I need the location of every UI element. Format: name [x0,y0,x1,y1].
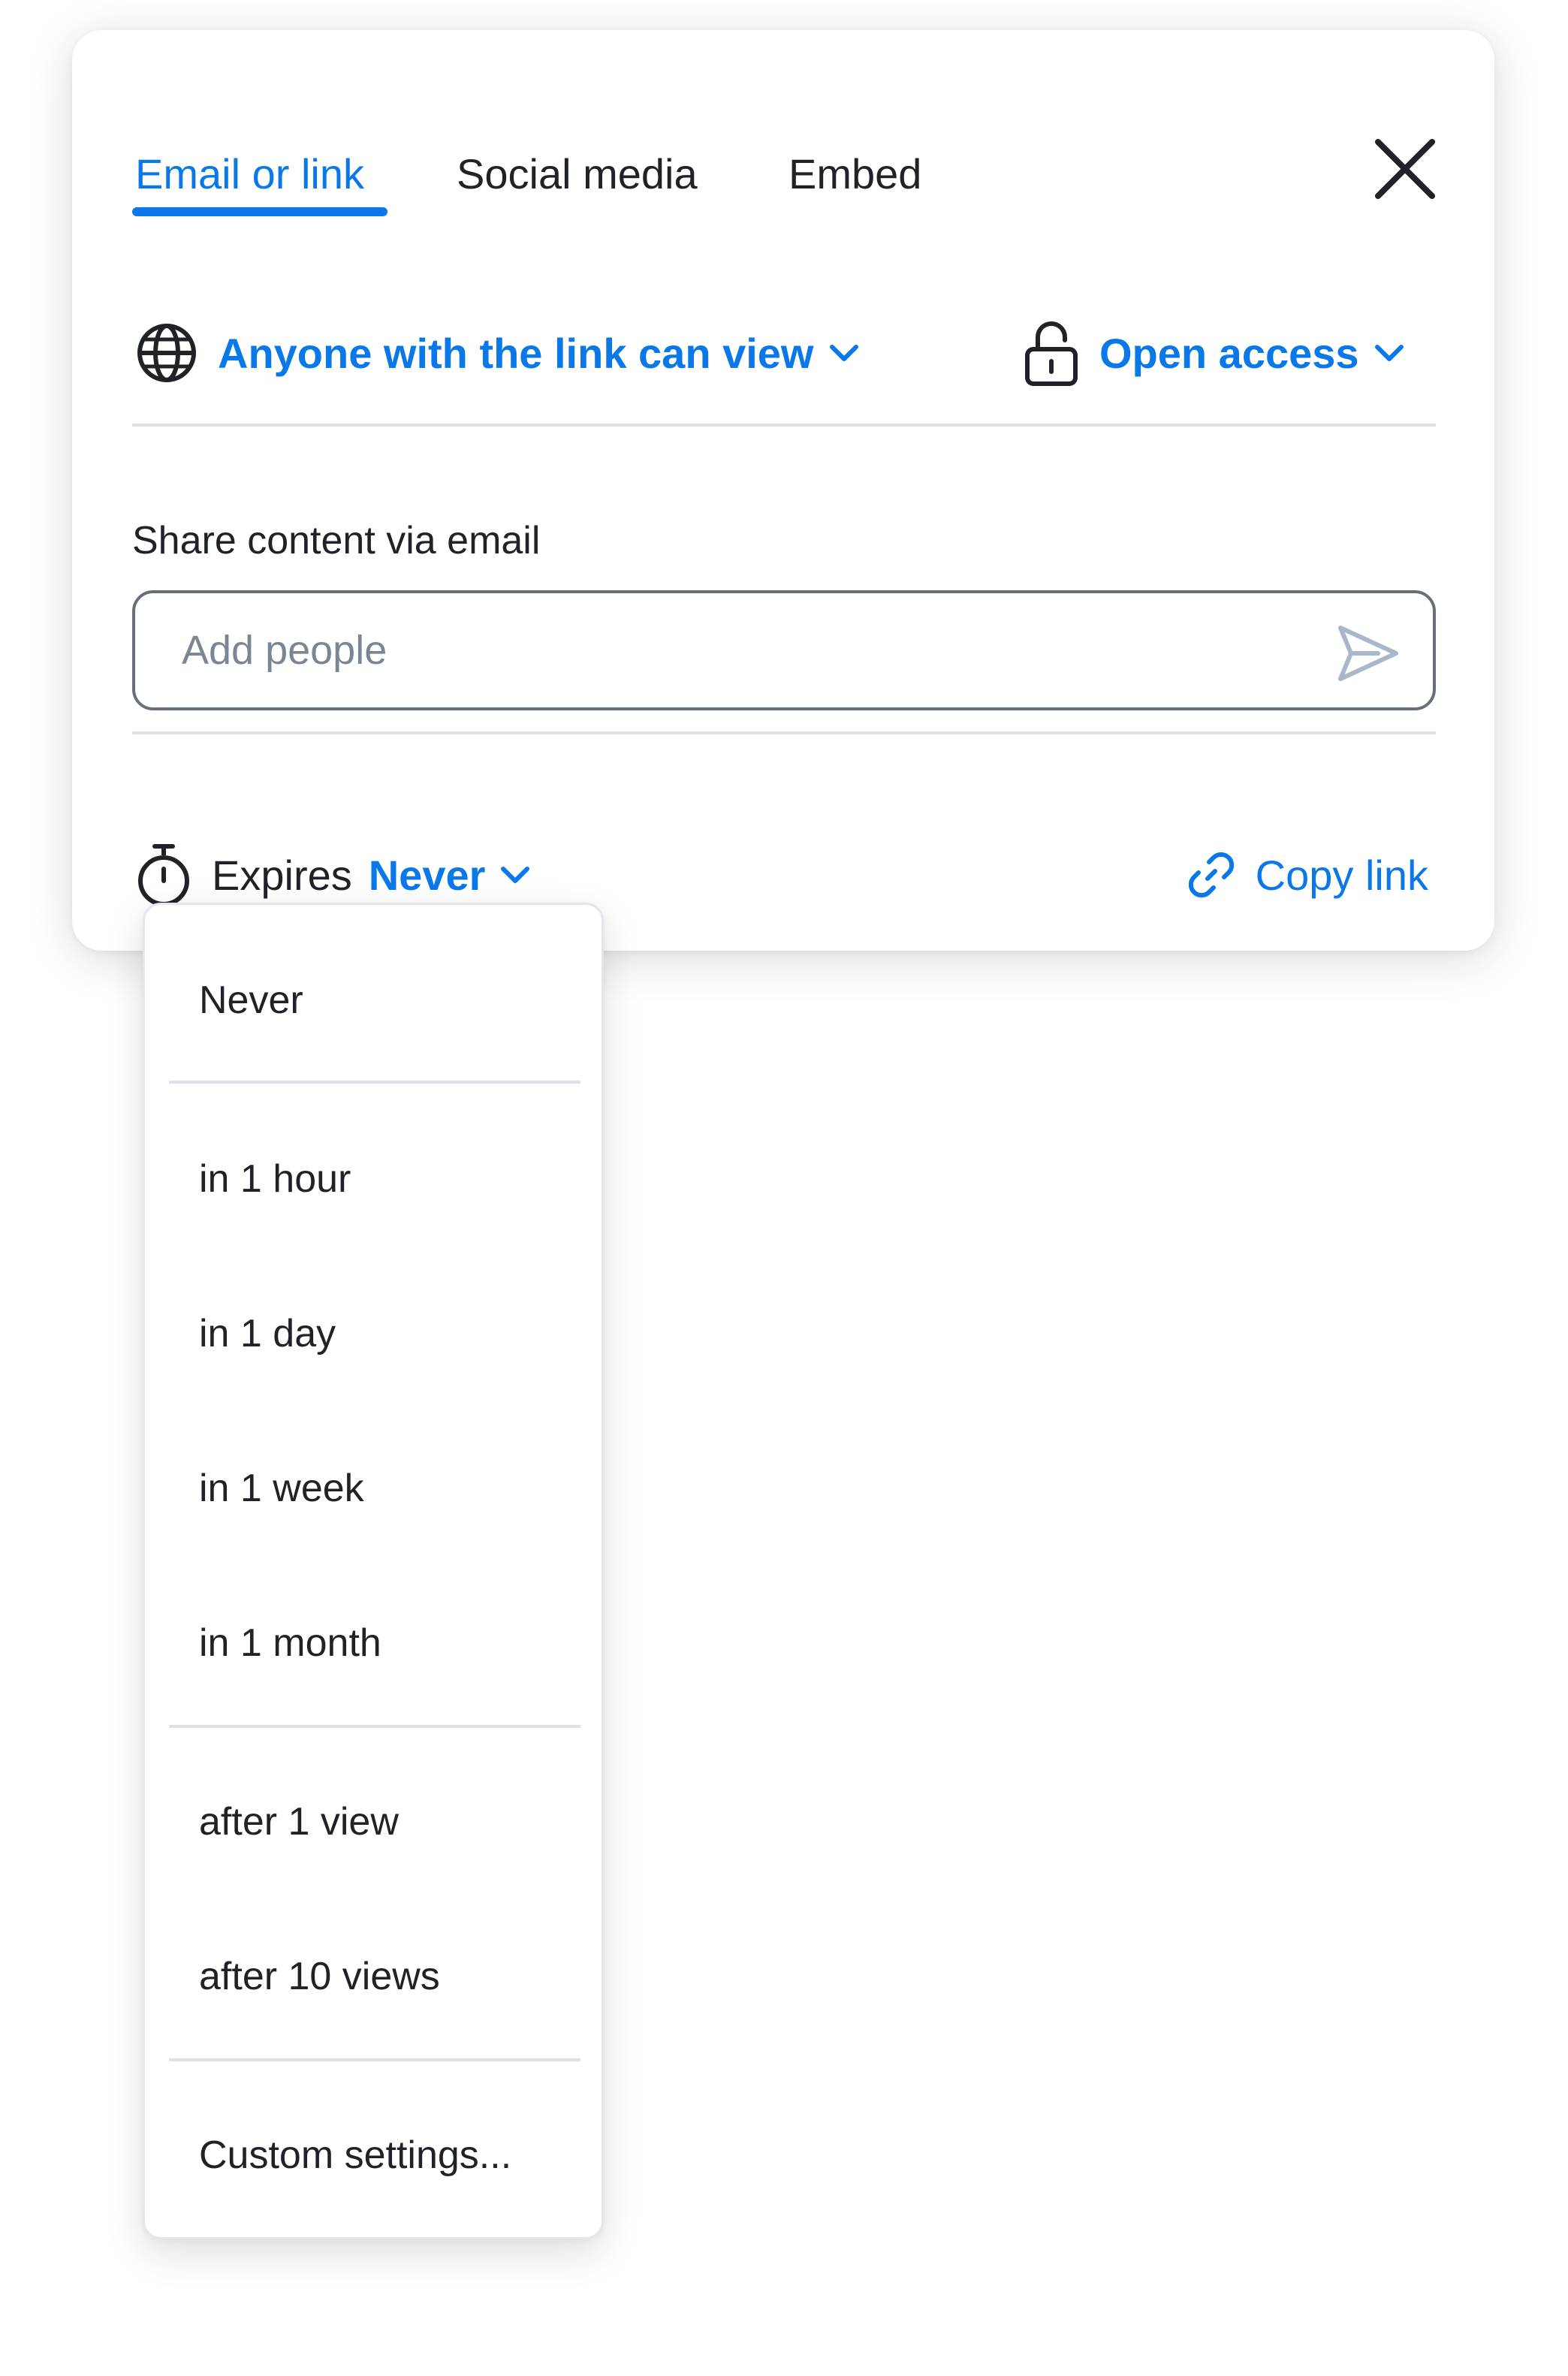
menu-divider [169,2058,580,2061]
expires-value: Never [368,851,486,899]
stage: Email or link Social media Embed Anyone … [0,0,1568,2376]
link-icon [1188,852,1234,898]
tab-embed[interactable]: Embed [789,144,921,204]
copy-link-label: Copy link [1255,851,1428,899]
menu-item-never[interactable]: Never [145,929,602,1072]
close-button[interactable] [1349,113,1461,225]
access-level-dropdown[interactable]: Open access [1023,315,1406,390]
send-button[interactable] [1331,616,1406,691]
expires-dropdown[interactable]: Never [369,851,532,900]
menu-divider [169,1081,580,1084]
unlocked-padlock-icon [1025,321,1078,386]
add-people-input[interactable] [180,626,1232,674]
menu-item-custom-settings[interactable]: Custom settings... [145,2084,602,2227]
share-dialog: Email or link Social media Embed Anyone … [72,30,1494,951]
send-icon [1338,626,1398,681]
menu-item-1-week[interactable]: in 1 week [145,1417,602,1560]
expires-label: Expires [212,851,352,899]
menu-item-after-10-views[interactable]: after 10 views [145,1905,602,2048]
link-visibility-dropdown[interactable]: Anyone with the link can view [135,315,861,390]
expiry-menu: Never in 1 hour in 1 day in 1 week in 1 … [143,903,604,2239]
add-people-field-container [132,590,1436,710]
chevron-down-icon [1374,345,1404,361]
close-icon [1375,139,1435,199]
access-level-label: Open access [1099,329,1359,377]
menu-item-1-day[interactable]: in 1 day [145,1262,602,1405]
tab-social-media[interactable]: Social media [457,144,698,204]
menu-divider [169,1725,580,1728]
menu-item-after-1-view[interactable]: after 1 view [145,1750,602,1893]
stopwatch-icon [138,844,189,906]
active-tab-indicator [132,207,387,216]
menu-item-1-month[interactable]: in 1 month [145,1572,602,1714]
share-via-email-label: Share content via email [132,519,541,562]
divider [132,424,1436,427]
chevron-down-icon [829,345,858,361]
chevron-down-icon [501,867,530,883]
copy-link-button[interactable]: Copy link [1187,834,1428,916]
tab-email-or-link[interactable]: Email or link [135,144,364,204]
link-visibility-label: Anyone with the link can view [218,329,814,377]
globe-icon [137,324,196,382]
menu-item-1-hour[interactable]: in 1 hour [145,1108,602,1250]
divider [132,731,1436,734]
